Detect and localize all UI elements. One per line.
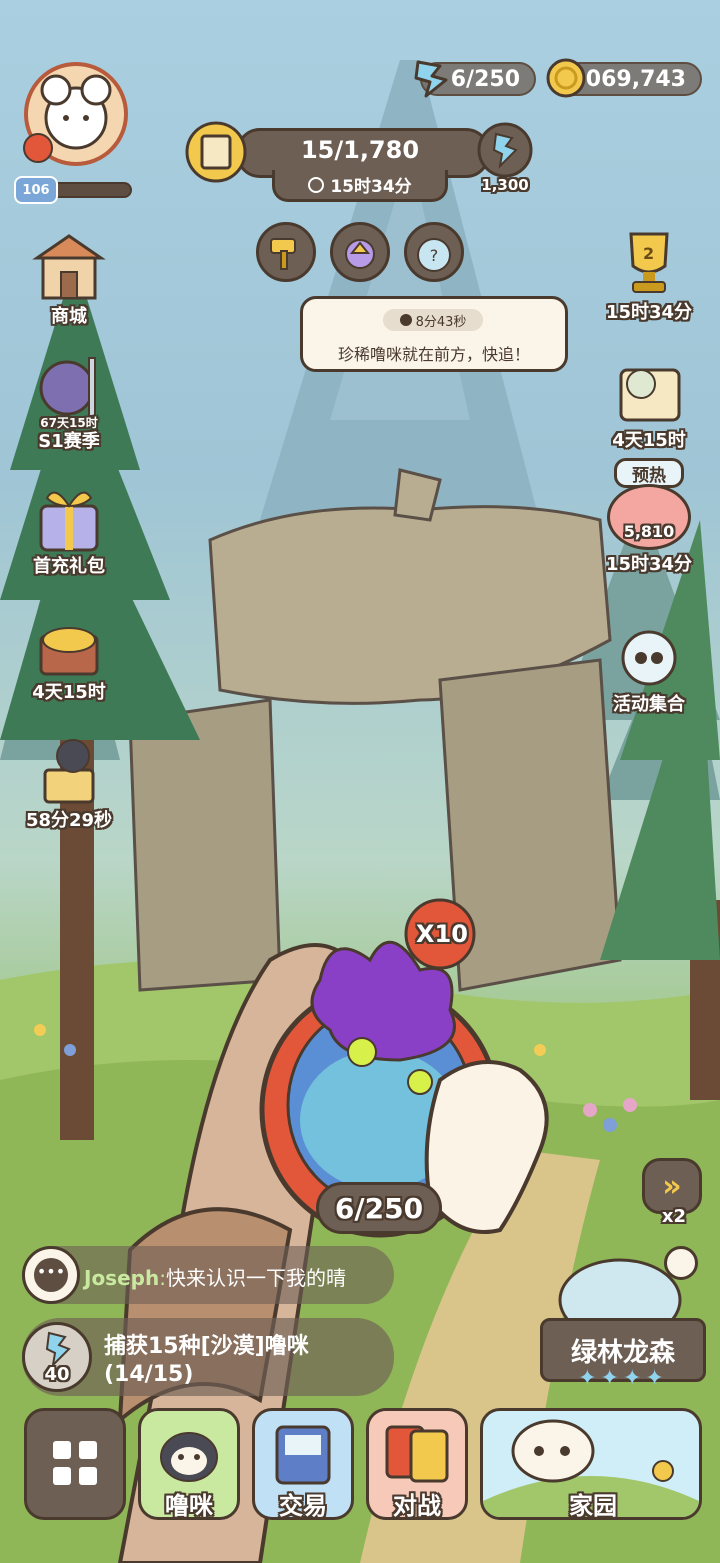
mystery-pet-icon: ? [417,238,451,272]
main-menu-button[interactable] [24,1408,126,1520]
nav-pets[interactable]: 噜咪 [138,1408,240,1520]
penguin-icon [27,734,111,810]
energy-value: 6/250 [450,66,520,92]
nav-home[interactable]: 家园 [480,1408,702,1520]
mystery-pet-button[interactable]: ? [404,222,464,282]
level-badge: 106 [14,176,58,204]
hammer-boost-button[interactable] [256,222,316,282]
up-arrow-icon [345,239,375,269]
nav-pets-label: 噜咪 [165,1492,213,1520]
mission-cost: 40 [44,1364,70,1385]
notice-bubble: 8分43秒 珍稀噜咪就在前方，快追！ [300,296,568,372]
capture-count: 6/250 [334,1191,424,1225]
quest-progress: 15/1,780 [300,136,420,164]
event-collection-button[interactable]: 活动集合 [594,618,704,716]
coin-icon [544,56,588,100]
map-event-button[interactable]: 4天15时 [594,354,704,452]
chat-separator: : [159,1266,166,1290]
season-button[interactable]: 67天15时 S1赛季 [14,352,124,453]
trophy-icon: 2 [607,226,691,302]
svg-text:?: ? [430,246,439,265]
nav-trade-label: 交易 [279,1492,327,1520]
chat-name: Joseph [84,1266,160,1290]
energy-reward-value: 1,300 [481,176,529,194]
chat-message: 快来认识一下我的晴 [165,1266,346,1290]
chat-more-icon[interactable]: ••• [22,1246,80,1304]
gift-box-icon [27,480,111,556]
trade-machine-icon [275,1425,331,1485]
season-label: S1赛季 [38,431,100,452]
speed-label: x2 [661,1206,687,1227]
notice-timer: 8分43秒 [415,314,467,330]
treasure-map-icon [607,354,691,430]
level-bar: 106 [14,176,132,204]
notice-timer-chip: 8分43秒 [383,309,483,331]
first-recharge-button[interactable]: 首充礼包 [14,480,124,578]
hammer-icon [270,238,296,270]
clock-icon [308,176,325,193]
preheat-badge: 预热 [614,458,684,488]
nav-home-label: 家园 [569,1492,617,1520]
battle-cards-icon [385,1425,449,1483]
nav-trade[interactable]: 交易 [252,1408,354,1520]
nav-battle-label: 对战 [393,1492,441,1520]
preheat-event-button[interactable]: 预热 5,810 15时34分 [594,458,704,576]
preheat-label: 预热 [632,465,666,486]
quest-timer-box: 15时34分 [272,170,448,202]
notice-clock-icon [399,314,412,326]
avatar-icon [23,62,128,166]
preheat-timer: 15时34分 [605,554,693,575]
chat-bar[interactable]: ••• Joseph:快来认识一下我的晴 [22,1246,394,1304]
shop-button[interactable]: 商城 [14,230,124,328]
treasure-chest-icon [27,606,111,682]
location-stars: ✦✦✦✦ [578,1366,668,1391]
quest-energy-reward[interactable]: 1,300 [474,122,536,194]
trophy-badge: 2 [643,244,655,263]
penguin-offer-timer: 58分29秒 [25,810,113,831]
nav-battle[interactable]: 对战 [366,1408,468,1520]
location-name: 绿林龙森 [570,1337,675,1368]
level-value: 106 [22,182,50,198]
capture-counter: 6/250 [316,1182,442,1234]
mission-panel[interactable]: 40 捕获15种[沙漠]噜咪 (14/15) [22,1318,394,1396]
capture-multiplier[interactable]: X10 [410,920,474,948]
energy-icon [410,56,454,100]
meat-icon: 5,810 [607,484,691,550]
treasure-chest-button[interactable]: 4天15时 [14,606,124,704]
shop-icon [27,230,111,306]
player-avatar[interactable] [16,58,128,170]
chat-line: Joseph:快来认识一下我的晴 [84,1262,346,1291]
event-collection-icon [607,618,691,694]
grid-menu-icon [53,1441,97,1485]
speed-button[interactable]: » x2 [642,1158,706,1228]
up-boost-button[interactable] [330,222,390,282]
notice-message: 珍稀噜咪就在前方，快追！ [337,345,530,364]
quest-timer: 15时34分 [330,177,412,197]
energy-reward-icon [477,122,533,178]
mission-energy-icon: 40 [22,1322,92,1392]
penguin-offer-button[interactable]: 58分29秒 [14,734,124,832]
mission-progress: (14/15) [104,1362,194,1387]
mission-title: 捕获15种[沙漠]噜咪 [104,1334,309,1359]
pet-icon [160,1432,218,1482]
location-timer-icon [664,1246,698,1280]
trophy-button[interactable]: 2 15时34分 [594,226,704,324]
preheat-value: 5,810 [623,522,675,541]
map-scroll-icon[interactable] [184,120,248,184]
